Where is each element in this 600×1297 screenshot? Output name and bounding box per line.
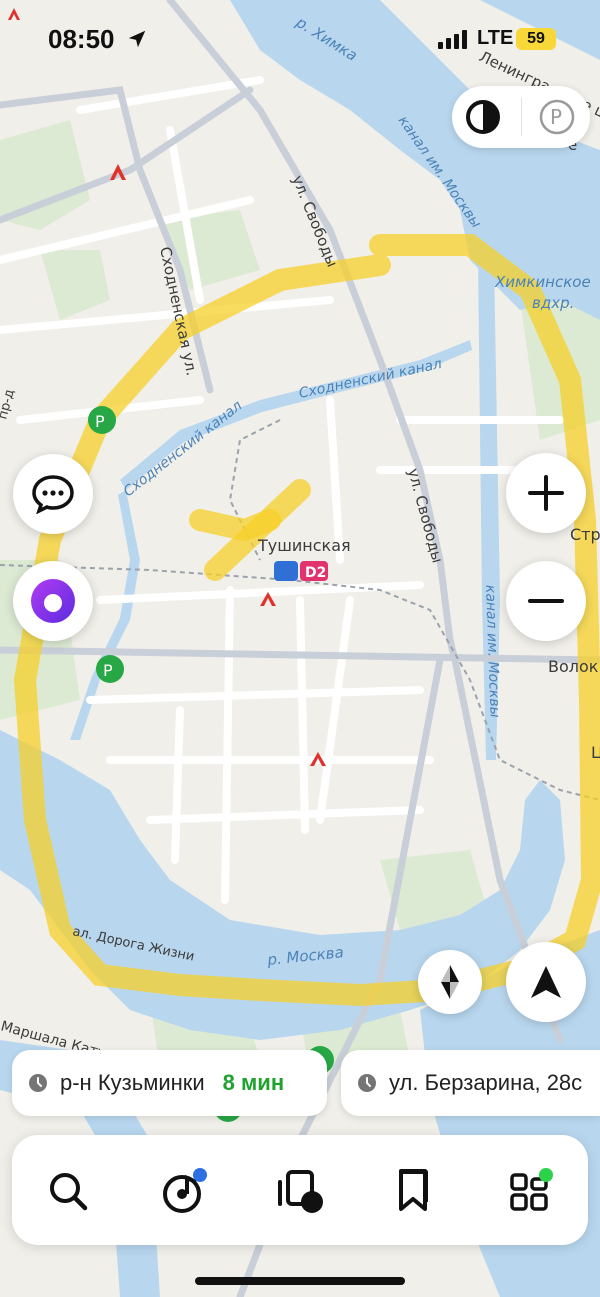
- label-station-tushinskaya: Тушинская: [257, 536, 351, 555]
- parking-icon[interactable]: P: [538, 98, 576, 136]
- destination-pill[interactable]: ул. Берзарина, 28с: [341, 1050, 600, 1116]
- status-bar: 08:50 LTE 59: [0, 0, 600, 80]
- alice-icon: [31, 579, 75, 623]
- network-type: LTE: [477, 27, 514, 49]
- svg-text:P: P: [103, 661, 113, 680]
- theme-icon[interactable]: [464, 98, 502, 136]
- label-ts-partial: Ц: [591, 743, 600, 762]
- chat-icon: [32, 475, 74, 514]
- zoom-out-icon: [528, 599, 564, 603]
- destination-eta: 8 мин: [222, 1070, 285, 1095]
- svg-text:D2: D2: [305, 565, 326, 581]
- clock-icon: [29, 1074, 47, 1092]
- services-icon: [510, 1168, 553, 1211]
- nav-music[interactable]: [157, 1163, 213, 1219]
- bookmarks-icon: [399, 1169, 428, 1211]
- search-icon: [50, 1173, 88, 1211]
- destination-name: р-н Кузьминки: [60, 1070, 205, 1095]
- zoom-in-icon: [528, 475, 564, 511]
- transport-icon: [278, 1170, 323, 1213]
- station-badges: D2: [274, 561, 328, 581]
- destination-name: ул. Берзарина, 28с: [389, 1070, 583, 1095]
- bottom-navigation: [12, 1135, 588, 1245]
- top-controls: P: [452, 86, 590, 148]
- battery-indicator: 59: [516, 28, 556, 50]
- label-volok: Волок: [548, 657, 599, 676]
- compass-button[interactable]: [418, 950, 482, 1014]
- label-khimki-reservoir-2: вдхр.: [532, 294, 574, 312]
- status-time: 08:50: [48, 24, 115, 54]
- destination-pill[interactable]: р-н Кузьминки 8 мин: [12, 1050, 327, 1116]
- nav-search[interactable]: [40, 1163, 96, 1219]
- navigate-button[interactable]: [506, 942, 586, 1022]
- divider: [521, 98, 522, 136]
- nav-bookmarks[interactable]: [385, 1163, 441, 1219]
- home-indicator: [195, 1277, 405, 1285]
- svg-text:P: P: [550, 105, 562, 129]
- music-icon: [163, 1168, 207, 1213]
- label-khimki-reservoir: Химкинское: [494, 273, 591, 291]
- location-arrow-icon: [128, 30, 146, 48]
- signal-icon: [438, 30, 467, 49]
- label-str-partial: Стр: [570, 525, 600, 544]
- svg-text:P: P: [95, 412, 105, 431]
- chat-button[interactable]: [13, 454, 93, 534]
- train-icon: [274, 561, 298, 581]
- clock-icon: [358, 1074, 376, 1092]
- navigate-icon: [531, 966, 561, 998]
- zoom-out-button[interactable]: [506, 561, 586, 641]
- alice-button[interactable]: [13, 561, 93, 641]
- compass-icon: [441, 965, 459, 999]
- nav-transport[interactable]: [274, 1163, 330, 1219]
- zoom-in-button[interactable]: [506, 453, 586, 533]
- nav-services[interactable]: [502, 1163, 558, 1219]
